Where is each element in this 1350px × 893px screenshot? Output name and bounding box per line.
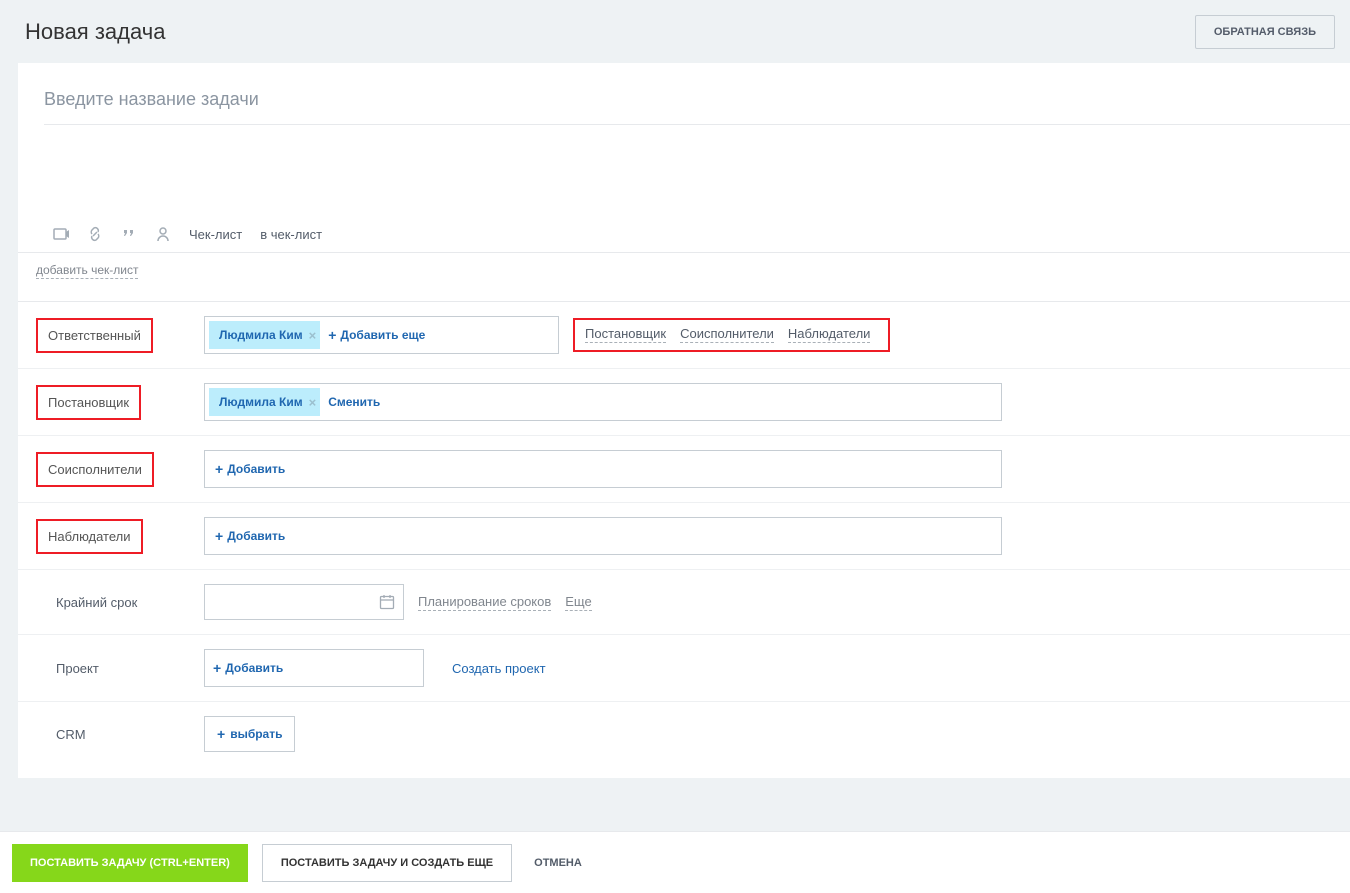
- row-observers: Наблюдатели + Добавить: [18, 503, 1350, 570]
- task-form-panel: Чек-лист в чек-лист добавить чек-лист От…: [18, 63, 1350, 778]
- label-deadline: Крайний срок: [36, 587, 137, 618]
- add-more-responsible[interactable]: + Добавить еще: [328, 328, 425, 342]
- label-originator: Постановщик: [36, 385, 141, 420]
- label-crm: CRM: [36, 719, 86, 750]
- role-switch-box: Постановщик Соисполнители Наблюдатели: [573, 318, 890, 352]
- add-project[interactable]: + Добавить: [213, 661, 283, 675]
- responsible-input[interactable]: Людмила Ким × + Добавить еще: [204, 316, 559, 354]
- add-more-label: Добавить еще: [340, 328, 425, 342]
- user-chip[interactable]: Людмила Ким ×: [209, 321, 320, 349]
- row-deadline: Крайний срок Планирование сроков Еще: [18, 570, 1350, 635]
- planning-link[interactable]: Планирование сроков: [418, 594, 551, 611]
- row-originator: Постановщик Людмила Ким × Сменить: [18, 369, 1350, 436]
- label-participants: Соисполнители: [36, 452, 154, 487]
- label-responsible: Ответственный: [36, 318, 153, 353]
- deadline-more-link[interactable]: Еще: [565, 594, 591, 611]
- calendar-icon[interactable]: [379, 594, 395, 610]
- row-participants: Соисполнители + Добавить: [18, 436, 1350, 503]
- row-responsible: Ответственный Людмила Ким × + Добавить е…: [18, 302, 1350, 369]
- role-link-originator[interactable]: Постановщик: [585, 326, 666, 343]
- plus-icon: +: [217, 727, 225, 741]
- mention-user-icon[interactable]: [155, 226, 171, 242]
- project-input[interactable]: + Добавить: [204, 649, 424, 687]
- quote-icon[interactable]: [121, 226, 137, 242]
- link-icon[interactable]: [87, 226, 103, 242]
- originator-input[interactable]: Людмила Ким × Сменить: [204, 383, 1002, 421]
- checklist-link[interactable]: Чек-лист: [189, 227, 242, 242]
- crm-select-button[interactable]: + выбрать: [204, 716, 295, 752]
- user-chip-name: Людмила Ким: [219, 395, 303, 409]
- add-label: Добавить: [227, 462, 285, 476]
- add-participants[interactable]: + Добавить: [215, 462, 285, 476]
- cancel-button[interactable]: ОТМЕНА: [526, 845, 590, 881]
- label-observers: Наблюдатели: [36, 519, 143, 554]
- add-observers[interactable]: + Добавить: [215, 529, 285, 543]
- plus-icon: +: [215, 462, 223, 476]
- remove-user-icon[interactable]: ×: [309, 395, 317, 410]
- task-title-input[interactable]: [44, 85, 1350, 125]
- attach-file-icon[interactable]: [53, 226, 69, 242]
- task-fields: Ответственный Людмила Ким × + Добавить е…: [18, 301, 1350, 778]
- role-link-observers[interactable]: Наблюдатели: [788, 326, 871, 343]
- submit-and-create-button[interactable]: ПОСТАВИТЬ ЗАДАЧУ И СОЗДАТЬ ЕЩЕ: [262, 844, 512, 882]
- crm-select-label: выбрать: [230, 727, 282, 741]
- task-description-editor[interactable]: [18, 125, 1350, 220]
- footer-bar: ПОСТАВИТЬ ЗАДАЧУ (CTRL+ENTER) ПОСТАВИТЬ …: [0, 831, 1350, 893]
- plus-icon: +: [213, 661, 221, 675]
- remove-user-icon[interactable]: ×: [309, 328, 317, 343]
- change-originator[interactable]: Сменить: [328, 395, 380, 409]
- add-label: Добавить: [225, 661, 283, 675]
- plus-icon: +: [328, 328, 336, 342]
- feedback-button[interactable]: ОБРАТНАЯ СВЯЗЬ: [1195, 15, 1335, 49]
- create-project-link[interactable]: Создать проект: [452, 661, 546, 676]
- submit-button[interactable]: ПОСТАВИТЬ ЗАДАЧУ (CTRL+ENTER): [12, 844, 248, 882]
- deadline-input[interactable]: [204, 584, 404, 620]
- user-chip[interactable]: Людмила Ким ×: [209, 388, 320, 416]
- observers-input[interactable]: + Добавить: [204, 517, 1002, 555]
- to-checklist-link[interactable]: в чек-лист: [260, 227, 322, 242]
- row-project: Проект + Добавить Создать проект: [18, 635, 1350, 702]
- user-chip-name: Людмила Ким: [219, 328, 303, 342]
- editor-toolbar: Чек-лист в чек-лист: [18, 220, 1350, 253]
- page-title: Новая задача: [25, 19, 165, 45]
- add-checklist-link[interactable]: добавить чек-лист: [36, 263, 138, 279]
- add-label: Добавить: [227, 529, 285, 543]
- plus-icon: +: [215, 529, 223, 543]
- row-crm: CRM + выбрать: [18, 702, 1350, 778]
- label-project: Проект: [36, 653, 99, 684]
- role-link-participants[interactable]: Соисполнители: [680, 326, 774, 343]
- participants-input[interactable]: + Добавить: [204, 450, 1002, 488]
